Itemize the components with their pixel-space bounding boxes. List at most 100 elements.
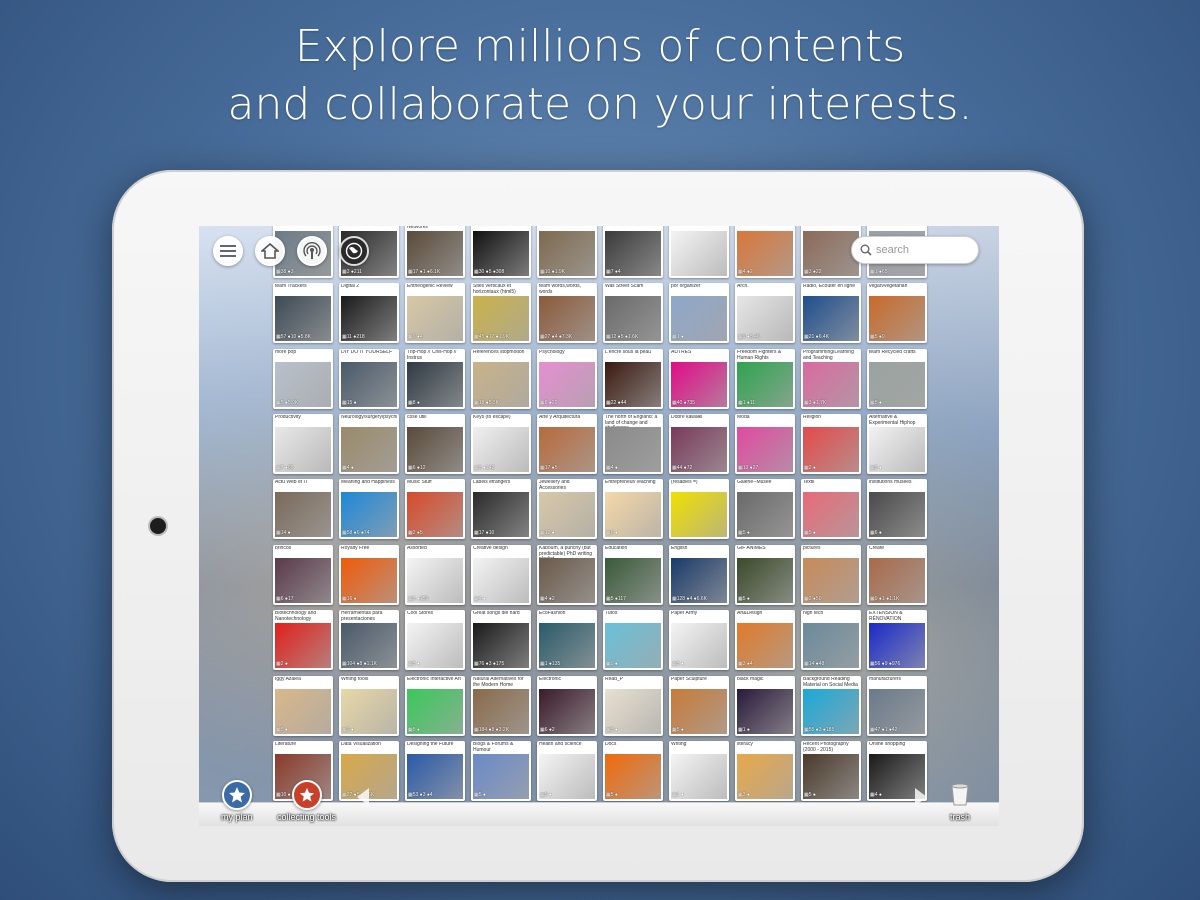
collection-tile[interactable]: vegan/vegetarian ▦5 ●9 <box>867 283 927 343</box>
collection-tile[interactable]: literacy ▦3 ● <box>735 741 795 801</box>
scroll-left-arrow-icon[interactable] <box>357 788 369 806</box>
collection-tile[interactable]: Health and science ▦9 ● <box>537 741 597 801</box>
collection-tile[interactable]: Tutos ▦9 ● <box>603 610 663 670</box>
search-input[interactable] <box>876 244 976 256</box>
collection-tile[interactable]: Labels étrangers ▦17 ●10 <box>471 479 531 539</box>
collection-tile[interactable]: Cool Stores ▦5 ● <box>405 610 465 670</box>
collection-tile[interactable]: Biotechnology and Nanotechnology ▦2 ● <box>273 610 333 670</box>
collection-tile[interactable]: high tech ▦14 ●48 <box>801 610 861 670</box>
collection-tile[interactable]: EcoFashion ▦1 ●135 <box>537 610 597 670</box>
collection-tile[interactable]: manufacturers ▦47 ●1 ●42 <box>867 676 927 736</box>
collection-tile[interactable]: Herramientas para presentaciones ▦104 ●8 … <box>339 610 399 670</box>
collection-tile[interactable]: Read_P ▦5 ● <box>603 676 663 736</box>
collection-tile[interactable]: Sites verticaux et horizontaux (html5) ▦4… <box>471 283 531 343</box>
collection-tile[interactable]: Art&Design ▦3 ●4 <box>735 610 795 670</box>
collection-tile[interactable]: team Recycled crafts ▦5 ● <box>867 349 927 409</box>
collection-tile[interactable]: Natural Alternatives for the Modern Home… <box>471 676 531 736</box>
collection-tile[interactable]: Virtual Worlds, Labs and Networks ▦17 ●1 … <box>405 226 465 278</box>
collection-tile[interactable]: pictures ▦2 ●50 <box>801 545 861 605</box>
collection-tile[interactable]: Arte y Arquitectura ▦17 ●5 <box>537 414 597 474</box>
collection-tile[interactable]: Writing ▦1 ● <box>669 741 729 801</box>
collection-tile[interactable]: Education ▦5 ●117 <box>603 545 663 605</box>
collection-tile[interactable]: institutions musées ▦6 ● <box>867 479 927 539</box>
collection-tile[interactable]: Assorted ▦5 ●159 <box>405 545 465 605</box>
trash-button[interactable]: trash <box>945 780 975 822</box>
collection-tile[interactable]: Jewellery and Accessories ▦12 ● <box>537 479 597 539</box>
collection-tile[interactable]: Freedom Fighters & Human Rights ▦1 ●11 <box>735 349 795 409</box>
collection-tile[interactable]: Royalty Free ▦16 ● <box>339 545 399 605</box>
collection-tile[interactable]: resources ▦4 ●2 <box>735 226 795 278</box>
collection-tile[interactable]: brincos ▦6 ●17 <box>273 545 333 605</box>
tile-title: team words,words, words <box>539 284 581 295</box>
collection-tile[interactable]: more pop ▦5 ●5.9K <box>273 349 333 409</box>
collection-tile[interactable]: AUTRES ▦40 ●735 <box>669 349 729 409</box>
collection-tile[interactable]: The north of England: a land of change a… <box>603 414 663 474</box>
collection-tile[interactable]: Galerie--Musée ▦5 ● <box>735 479 795 539</box>
collection-tile[interactable]: Background Reading Material on Social Me… <box>801 676 861 736</box>
collection-tile[interactable]: Electronic ▦6 ●2 <box>537 676 597 736</box>
tile-stats: ▦45 ●17 ●1.9K <box>474 334 509 340</box>
collection-tile[interactable]: Designing the Future ▦53 ●3 ●4 <box>405 741 465 801</box>
collection-tile[interactable]: team words,words, words ▦27 ●4 ●7.3K <box>537 283 597 343</box>
collection-tile[interactable]: Music Stuff ▦2 ●5 <box>405 479 465 539</box>
collection-tile[interactable]: Programming/Learning and Teaching ▦3 ●1.7… <box>801 349 861 409</box>
collection-tile[interactable]: ▦30 ●5 ●308 <box>471 226 531 278</box>
collection-tile[interactable]: ▦10 ●1.9K <box>537 226 597 278</box>
collection-tile[interactable]: (résables =) <box>669 479 729 539</box>
collection-tile[interactable]: Electronic Interactive Art ▦5 ● <box>405 676 465 736</box>
collection-tile[interactable]: Data Visualization ▦27 ●5 ●1.6K <box>339 741 399 801</box>
search-box[interactable] <box>851 236 979 264</box>
collection-tile[interactable]: Meaning and Happiness ▦58 ●6 ●74 <box>339 479 399 539</box>
tile-stats: ▦6 ●17 <box>276 596 294 602</box>
collection-tile[interactable]: Psychology ▦8 ●29 <box>537 349 597 409</box>
collection-tile[interactable]: Writing tools ▦9 ● <box>339 676 399 736</box>
collection-tile[interactable]: Productivity ▦7 ●65 <box>273 414 333 474</box>
collection-tile[interactable]: cose utili ▦6 ●12 <box>405 414 465 474</box>
collection-tile[interactable]: Wall Street Scam ▦12 ●5 ●1.6K <box>603 283 663 343</box>
collection-tile[interactable]: ▦7 ●4 <box>603 226 663 278</box>
collection-tile[interactable]: Recent Photography (2000 - 2015) ▦5 ● <box>801 741 861 801</box>
collection-tile[interactable]: Creative design ▦4 ● <box>471 545 531 605</box>
collection-tile[interactable]: por organizer ▦1 ● <box>669 283 729 343</box>
collection-tile[interactable]: Create ▦9 ●1 ●1.1K <box>867 545 927 605</box>
collection-tile[interactable]: DIY DO IT YOURSELF ▦15 ● <box>339 349 399 409</box>
collection-tile[interactable]: Textil ▦5 ● <box>801 479 861 539</box>
collection-tile[interactable]: Paper Sculpture ▦5 ● <box>669 676 729 736</box>
collection-tile[interactable]: Arch. ▦9 ●5.4K <box>735 283 795 343</box>
home-button[interactable] <box>255 236 285 266</box>
collection-tile[interactable]: Entrepreneur/Teaching ▦6 ● <box>603 479 663 539</box>
collection-tile[interactable]: EXTENSION & RÉNOVATION ▦56 ●9 ●976 <box>867 610 927 670</box>
scroll-right-arrow-icon[interactable] <box>915 788 927 806</box>
collection-tile[interactable]: Actu Web et IT ▦14 ● <box>273 479 333 539</box>
collection-tile[interactable]: English ▦128 ●4 ●6.6K <box>669 545 729 605</box>
collection-tile[interactable]: black magic ▦1 ● <box>735 676 795 736</box>
collection-tile[interactable]: Trip-Hop // Chill-Hop // Instrus ▦8 ● <box>405 349 465 409</box>
collection-tile[interactable]: Moda ▦13 ●27 <box>735 414 795 474</box>
collection-tile[interactable]: Paper Army ▦5 ● <box>669 610 729 670</box>
collection-tile[interactable]: Keys (to escape) ▦5 ●142 <box>471 414 531 474</box>
collection-tile[interactable]: team Trackers ▦57 ●10 ●5.8K <box>273 283 333 343</box>
collection-tile[interactable]: Blogs & Forums & Humour ▦5 ● <box>471 741 531 801</box>
collection-tile[interactable]: Références stopmotion ▦18 ●5.3K <box>471 349 531 409</box>
my-plan-button[interactable]: my plan <box>221 780 253 822</box>
collection-tile[interactable]: Kaboum, a punchy (but predictable) PhD w… <box>537 545 597 605</box>
collection-tile[interactable]: Privacy? <box>669 226 729 278</box>
collection-tile[interactable]: Docs ▦5 ● <box>603 741 663 801</box>
tile-title: Actu Web et IT <box>275 480 308 485</box>
collection-tile[interactable]: L'encre sous la peau ▦22 ●44 <box>603 349 663 409</box>
globe-button[interactable] <box>339 236 369 266</box>
collection-tile[interactable]: Radio, Écouter en ligne ▦21 ●6.4K <box>801 283 861 343</box>
collection-tile[interactable]: Neurology/surgery/psychiatry/science ▦4 ● <box>339 414 399 474</box>
collecting-tools-button[interactable]: collecting tools <box>277 780 336 822</box>
collection-tile[interactable]: GIF ANIMES ▦5 ● <box>735 545 795 605</box>
podcast-button[interactable] <box>297 236 327 266</box>
collection-tile[interactable]: Alternative & Experimental Hiphop ▦5 ● <box>867 414 927 474</box>
tile-stats: ▦58 ●6 ●74 <box>342 530 370 536</box>
collection-tile[interactable]: Digital 2 ▦11 ●218 <box>339 283 399 343</box>
menu-button[interactable] <box>213 236 243 266</box>
collection-tile[interactable]: Entheogenic Review ▦9 ●4 <box>405 283 465 343</box>
collection-tile[interactable]: Great songs die hard ▦76 ●3 ●175 <box>471 610 531 670</box>
collection-tile[interactable]: Religion ▦2 ● <box>801 414 861 474</box>
collection-tile[interactable]: Dobre kawałki ▦44 ●72 <box>669 414 729 474</box>
collection-tile[interactable]: Iggy Azalea ▦5 ● <box>273 676 333 736</box>
